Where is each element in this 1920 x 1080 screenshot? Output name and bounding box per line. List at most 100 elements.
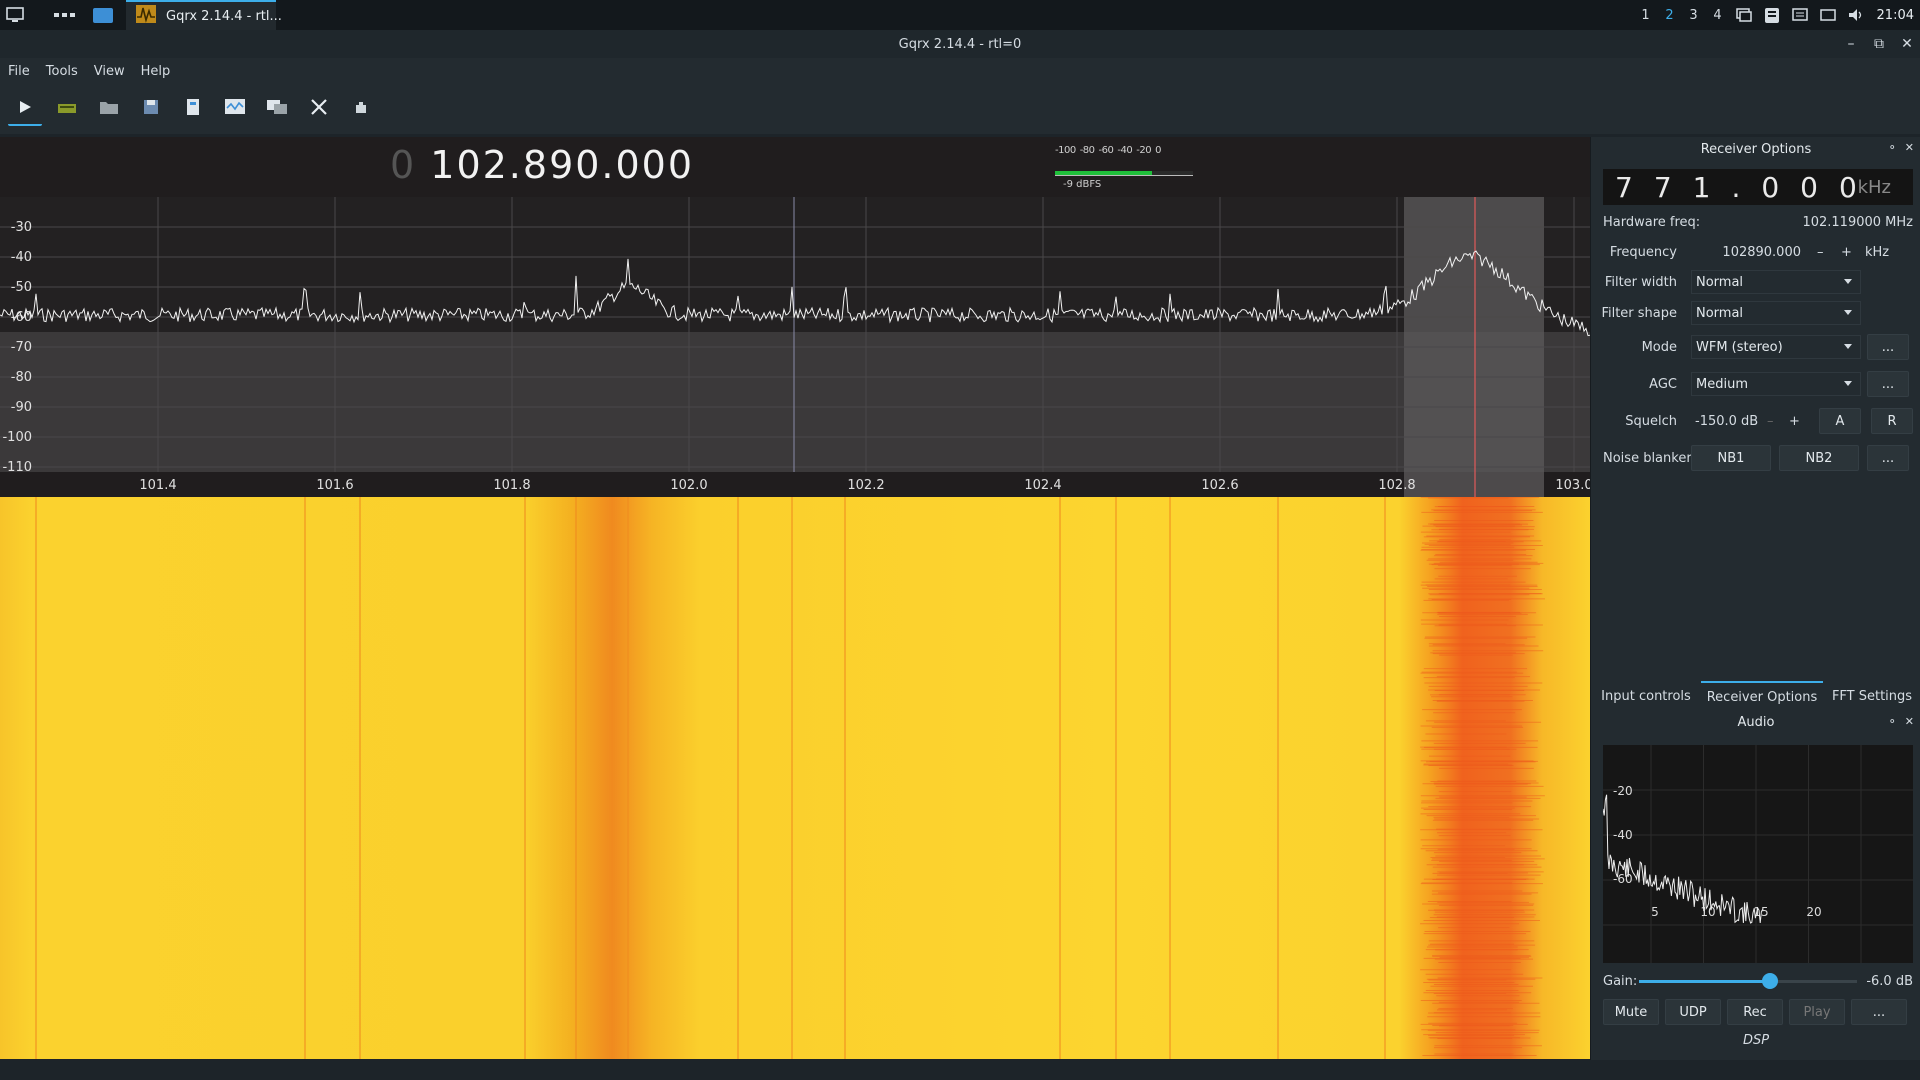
audio-x-tick: 5 — [1651, 905, 1659, 919]
gain-slider[interactable] — [1639, 980, 1857, 983]
squelch-reset-button[interactable]: R — [1871, 408, 1913, 434]
menu-help[interactable]: Help — [141, 64, 171, 79]
noise-blanker-label: Noise blanker — [1603, 450, 1692, 466]
lcd-unit: kHz — [1857, 176, 1891, 198]
filter-width-value: Normal — [1696, 274, 1744, 290]
network-button[interactable] — [260, 92, 294, 126]
hw-freq-value: 102.119000 MHz — [1802, 214, 1913, 230]
squelch-auto-button[interactable]: A — [1819, 408, 1861, 434]
play-button-audio[interactable]: Play — [1789, 999, 1845, 1025]
frequency-decrement-button[interactable]: – — [1817, 245, 1824, 260]
squelch-increment-button[interactable]: + — [1789, 414, 1800, 429]
gain-slider-handle[interactable] — [1761, 973, 1778, 989]
y-tick-label: -30 — [11, 220, 32, 235]
clipboard-icon[interactable] — [1761, 0, 1783, 30]
save-settings-button[interactable] — [134, 92, 168, 126]
filter-shape-value: Normal — [1696, 305, 1744, 321]
y-tick-label: -100 — [2, 430, 32, 445]
menu-view[interactable]: View — [94, 64, 125, 79]
window-title: Gqrx 2.14.4 - rtl=0 — [898, 36, 1022, 52]
audio-fft-plot[interactable]: -20 -40 -60 5 10 15 20 — [1602, 745, 1913, 963]
mode-select[interactable]: WFM (stereo) — [1691, 335, 1861, 359]
workspace-4[interactable]: 4 — [1709, 8, 1727, 23]
gqrx-app-icon — [136, 5, 156, 27]
display-icon[interactable] — [1817, 0, 1839, 30]
dock-float-icon[interactable]: ⚬ — [1888, 141, 1897, 154]
waterfall-background — [0, 497, 1590, 1059]
nb-options-button[interactable]: ... — [1867, 445, 1909, 471]
dock-float-icon[interactable]: ⚬ — [1888, 715, 1897, 728]
file-manager-icon[interactable] — [88, 0, 118, 30]
rec-button[interactable]: Rec — [1727, 999, 1783, 1025]
tab-receiver-options[interactable]: Receiver Options — [1701, 681, 1823, 711]
close-icon[interactable]: ✕ — [1900, 36, 1914, 52]
minimize-icon[interactable]: – — [1844, 36, 1858, 52]
noise-blanker-row: Noise blanker NB1 NB2 ... — [1591, 443, 1920, 473]
bookmarks-button[interactable] — [344, 92, 378, 126]
app-launcher-icon[interactable] — [50, 0, 80, 30]
receiver-dock-title: Receiver Options — [1700, 142, 1812, 157]
status-strip — [0, 1059, 1920, 1080]
notes-icon[interactable] — [1789, 0, 1811, 30]
window-switch-icon[interactable] — [1733, 0, 1755, 30]
audio-x-tick: 20 — [1806, 905, 1821, 919]
filter-width-select[interactable]: Normal — [1691, 270, 1861, 294]
spectrum-plotter[interactable]: 0 102.890.000 -100 -80 -60 -40 -20 0 -9 … — [0, 137, 1590, 497]
chevron-down-icon — [1844, 381, 1852, 386]
mode-label: Mode — [1641, 339, 1677, 355]
device-icon — [57, 100, 77, 119]
show-desktop-icon[interactable] — [0, 0, 30, 30]
audio-y-tick: -20 — [1613, 784, 1633, 798]
agc-label: AGC — [1649, 376, 1677, 392]
settings-button[interactable] — [302, 92, 336, 126]
workspace-1[interactable]: 1 — [1637, 8, 1655, 23]
mode-row: Mode WFM (stereo) ... — [1591, 332, 1920, 362]
frequency-input[interactable]: 102890.000 — [1691, 245, 1801, 260]
play-button[interactable] — [8, 92, 42, 126]
agc-options-button[interactable]: ... — [1867, 371, 1909, 397]
iq-recorder-button[interactable] — [218, 92, 252, 126]
plot-lower-region — [0, 332, 1590, 472]
x-tick-label: 101.4 — [139, 478, 176, 493]
mode-options-button[interactable]: ... — [1867, 334, 1909, 360]
frequency-increment-button[interactable]: + — [1841, 245, 1852, 260]
workspace-3[interactable]: 3 — [1685, 8, 1703, 23]
play-icon — [18, 99, 32, 118]
network-icon — [266, 98, 288, 120]
chevron-down-icon — [1844, 310, 1852, 315]
agc-value: Medium — [1696, 376, 1748, 392]
squelch-decrement-button[interactable]: – — [1767, 414, 1774, 429]
filter-shape-select[interactable]: Normal — [1691, 301, 1861, 325]
tab-fft-settings[interactable]: FFT Settings — [1823, 681, 1920, 711]
open-icon — [99, 99, 119, 119]
y-tick-label: -110 — [2, 460, 32, 475]
squelch-input[interactable]: -150.0 dB — [1695, 414, 1758, 429]
taskbar-task-gqrx[interactable]: Gqrx 2.14.4 - rtl... — [126, 0, 282, 30]
bookmark-icon — [354, 100, 368, 119]
dock-close-icon[interactable]: ✕ — [1905, 141, 1914, 154]
volume-icon[interactable] — [1845, 0, 1867, 30]
remote-control-button[interactable] — [176, 92, 210, 126]
receiver-options-dock: Receiver Options ⚬ ✕ 771.000 kHz Hardware… — [1590, 137, 1920, 1060]
dock-close-icon[interactable]: ✕ — [1905, 715, 1914, 728]
udp-button[interactable]: UDP — [1665, 999, 1721, 1025]
restore-icon[interactable]: ⧉ — [1872, 36, 1886, 52]
spectrum-graph[interactable]: -30-40-50-60-70-80-90-100-110101.4 101.6 1… — [0, 137, 1590, 497]
nb1-button[interactable]: NB1 — [1691, 445, 1771, 471]
agc-select[interactable]: Medium — [1691, 372, 1861, 396]
window-titlebar[interactable]: Gqrx 2.14.4 - rtl=0 – ⧉ ✕ — [0, 30, 1920, 58]
load-settings-button[interactable] — [92, 92, 126, 126]
menu-tools[interactable]: Tools — [46, 64, 78, 79]
menu-file[interactable]: File — [8, 64, 30, 79]
filter-offset-lcd[interactable]: 771.000 kHz — [1603, 169, 1913, 205]
audio-options-button[interactable]: ... — [1851, 999, 1907, 1025]
gain-label: Gain: — [1603, 973, 1638, 989]
io-devices-button[interactable] — [50, 92, 84, 126]
mute-button[interactable]: Mute — [1603, 999, 1659, 1025]
x-tick-label: 102.4 — [1024, 478, 1061, 493]
nb2-button[interactable]: NB2 — [1779, 445, 1859, 471]
clock[interactable]: 21:04 — [1877, 8, 1914, 23]
tab-input-controls[interactable]: Input controls — [1591, 681, 1701, 711]
workspace-2[interactable]: 2 — [1661, 8, 1679, 23]
waterfall-display[interactable] — [0, 496, 1590, 1059]
